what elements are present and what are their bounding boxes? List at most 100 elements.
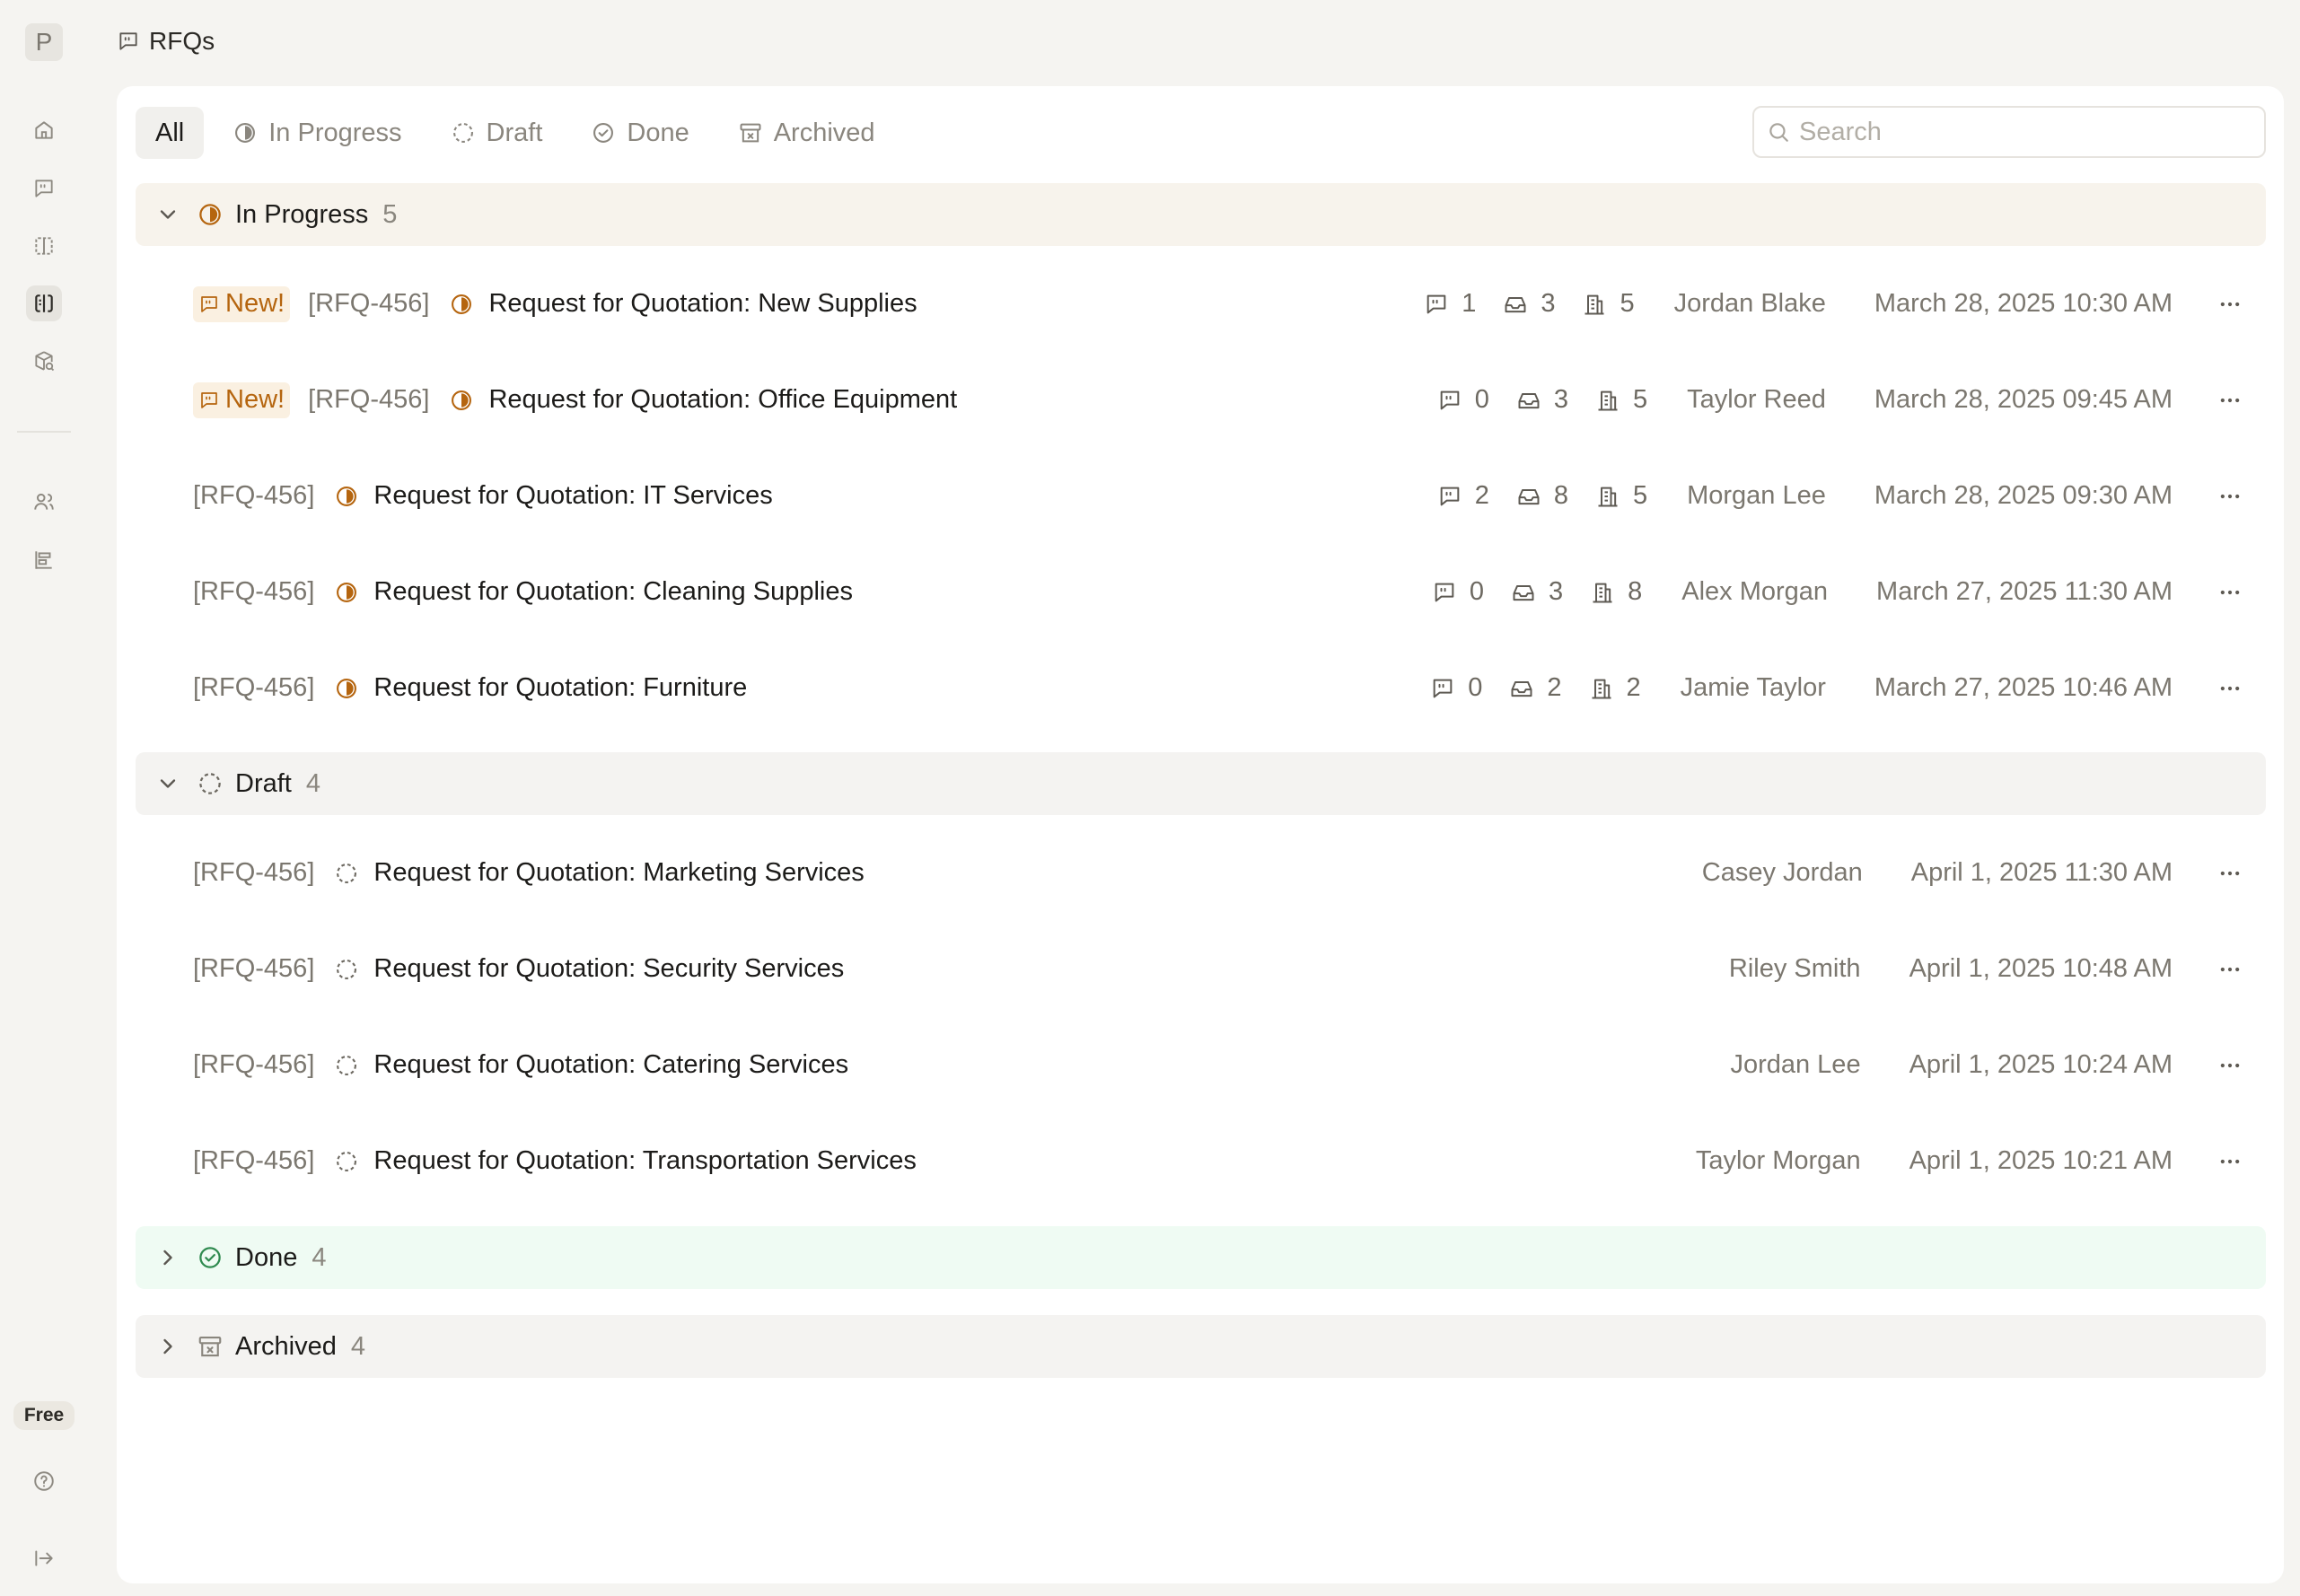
sidebar-item-home[interactable] [26, 112, 62, 148]
tab-in-progress[interactable]: In Progress [213, 107, 421, 159]
rfq-id: [RFQ-456] [308, 289, 430, 318]
rfq-owner: Riley Smith [1728, 954, 1861, 983]
rfq-row[interactable]: [RFQ-456] Request for Quotation: Caterin… [136, 1017, 2266, 1113]
dashed-circle-icon [334, 1149, 359, 1174]
metric-value: 2 [1547, 673, 1562, 702]
more-button[interactable] [2212, 1144, 2248, 1179]
more-icon [2217, 484, 2243, 509]
rfq-date: March 27, 2025 11:30 AM [1876, 577, 2173, 606]
rfq-title[interactable]: Request for Quotation: Furniture [373, 673, 747, 703]
comments-count: 2 [1437, 481, 1489, 511]
rfq-title[interactable]: Request for Quotation: Marketing Service… [373, 858, 864, 888]
users-icon [32, 490, 56, 513]
rfq-row[interactable]: [RFQ-456] Request for Quotation: Securit… [136, 921, 2266, 1017]
sidebar-item-users[interactable] [26, 484, 62, 520]
tab-archived[interactable]: Archived [718, 107, 895, 159]
help-button[interactable] [26, 1463, 62, 1499]
workspace-avatar[interactable]: P [25, 23, 63, 61]
rfq-title[interactable]: Request for Quotation: New Supplies [488, 289, 917, 319]
half-circle-icon [449, 388, 474, 413]
chevron-right-icon [155, 1245, 180, 1270]
sidebar-item-reports[interactable] [26, 542, 62, 578]
check-circle-icon [591, 120, 616, 145]
rfq-row[interactable]: [RFQ-456] Request for Quotation: IT Serv… [136, 448, 2266, 544]
sidebar-divider [17, 431, 71, 433]
rfq-title[interactable]: Request for Quotation: Transportation Se… [373, 1146, 916, 1176]
rfq-date: March 28, 2025 09:30 AM [1874, 481, 2173, 510]
metric-value: 1 [1462, 289, 1477, 318]
building-icon [1582, 292, 1607, 317]
tab-label: Done [627, 118, 689, 147]
rfq-id: [RFQ-456] [193, 481, 315, 510]
rfq-owner: Morgan Lee [1687, 481, 1826, 510]
more-button[interactable] [2212, 574, 2248, 610]
home-icon [32, 118, 56, 142]
chevron-down-icon [155, 771, 180, 796]
rfq-row[interactable]: New! [RFQ-456] Request for Quotation: Of… [136, 352, 2266, 448]
more-button[interactable] [2212, 286, 2248, 322]
metric-value: 5 [1620, 289, 1635, 318]
rfq-owner: Casey Jordan [1701, 858, 1863, 887]
search-input[interactable] [1799, 117, 2248, 147]
tab-done[interactable]: Done [571, 107, 708, 159]
rfq-id: [RFQ-456] [193, 858, 315, 887]
vendors-count: 5 [1582, 289, 1635, 319]
chat-icon [1437, 484, 1462, 509]
inbox-icon [1509, 676, 1534, 701]
inbox-icon [1516, 388, 1541, 413]
rfq-id: [RFQ-456] [193, 673, 315, 702]
check-circle-icon [197, 1244, 224, 1271]
metric-value: 8 [1628, 577, 1643, 606]
rfq-title[interactable]: Request for Quotation: Security Services [373, 954, 844, 984]
more-button[interactable] [2212, 1048, 2248, 1083]
more-icon [2217, 676, 2243, 701]
rfq-date: March 28, 2025 10:30 AM [1874, 289, 2173, 318]
archive-icon [738, 120, 763, 145]
sidebar-item-compare[interactable] [26, 228, 62, 264]
metric-value: 3 [1548, 577, 1564, 606]
sidebar-item-messages[interactable] [26, 171, 62, 206]
chat-icon [1432, 580, 1457, 605]
more-button[interactable] [2212, 478, 2248, 514]
rfq-title[interactable]: Request for Quotation: Office Equipment [488, 385, 957, 415]
rfq-row[interactable]: New! [RFQ-456] Request for Quotation: Ne… [136, 256, 2266, 352]
archive-icon [197, 1333, 224, 1360]
rfq-date: March 27, 2025 10:46 AM [1874, 673, 2173, 702]
building-icon [1595, 388, 1620, 413]
group-in-progress[interactable]: In Progress 5 [136, 183, 2266, 246]
sidebar-item-rfqs[interactable] [26, 285, 62, 321]
rfq-row[interactable]: [RFQ-456] Request for Quotation: Transpo… [136, 1113, 2266, 1209]
more-icon [2217, 292, 2243, 317]
new-badge-label: New! [225, 289, 285, 318]
group-draft[interactable]: Draft 4 [136, 752, 2266, 815]
logout-button[interactable] [26, 1540, 62, 1576]
tab-all[interactable]: All [136, 107, 205, 159]
group-done[interactable]: Done 4 [136, 1226, 2266, 1289]
comments-count: 0 [1430, 673, 1482, 703]
more-icon [2217, 861, 2243, 886]
sidebar-item-products[interactable] [26, 343, 62, 379]
group-label: Draft [235, 768, 292, 798]
more-button[interactable] [2212, 382, 2248, 418]
inbox-icon [1516, 484, 1541, 509]
more-button[interactable] [2212, 951, 2248, 987]
metric-value: 0 [1469, 577, 1484, 606]
metric-value: 2 [1626, 673, 1641, 702]
rfq-row[interactable]: [RFQ-456] Request for Quotation: Marketi… [136, 825, 2266, 921]
package-search-icon [32, 349, 56, 373]
tab-label: Archived [773, 118, 875, 147]
rfq-title[interactable]: Request for Quotation: Catering Services [373, 1050, 848, 1080]
vendors-count: 5 [1595, 385, 1647, 415]
tab-draft[interactable]: Draft [431, 107, 563, 159]
more-button[interactable] [2212, 671, 2248, 706]
tab-label: In Progress [268, 118, 402, 147]
plan-badge: Free [13, 1401, 75, 1430]
rfq-title[interactable]: Request for Quotation: Cleaning Supplies [373, 577, 853, 607]
more-button[interactable] [2212, 855, 2248, 891]
metric-value: 5 [1632, 481, 1648, 510]
rfq-owner: Taylor Reed [1687, 385, 1826, 414]
rfq-row[interactable]: [RFQ-456] Request for Quotation: Cleanin… [136, 544, 2266, 640]
rfq-title[interactable]: Request for Quotation: IT Services [373, 481, 772, 511]
group-archived[interactable]: Archived 4 [136, 1315, 2266, 1378]
rfq-row[interactable]: [RFQ-456] Request for Quotation: Furnitu… [136, 640, 2266, 736]
